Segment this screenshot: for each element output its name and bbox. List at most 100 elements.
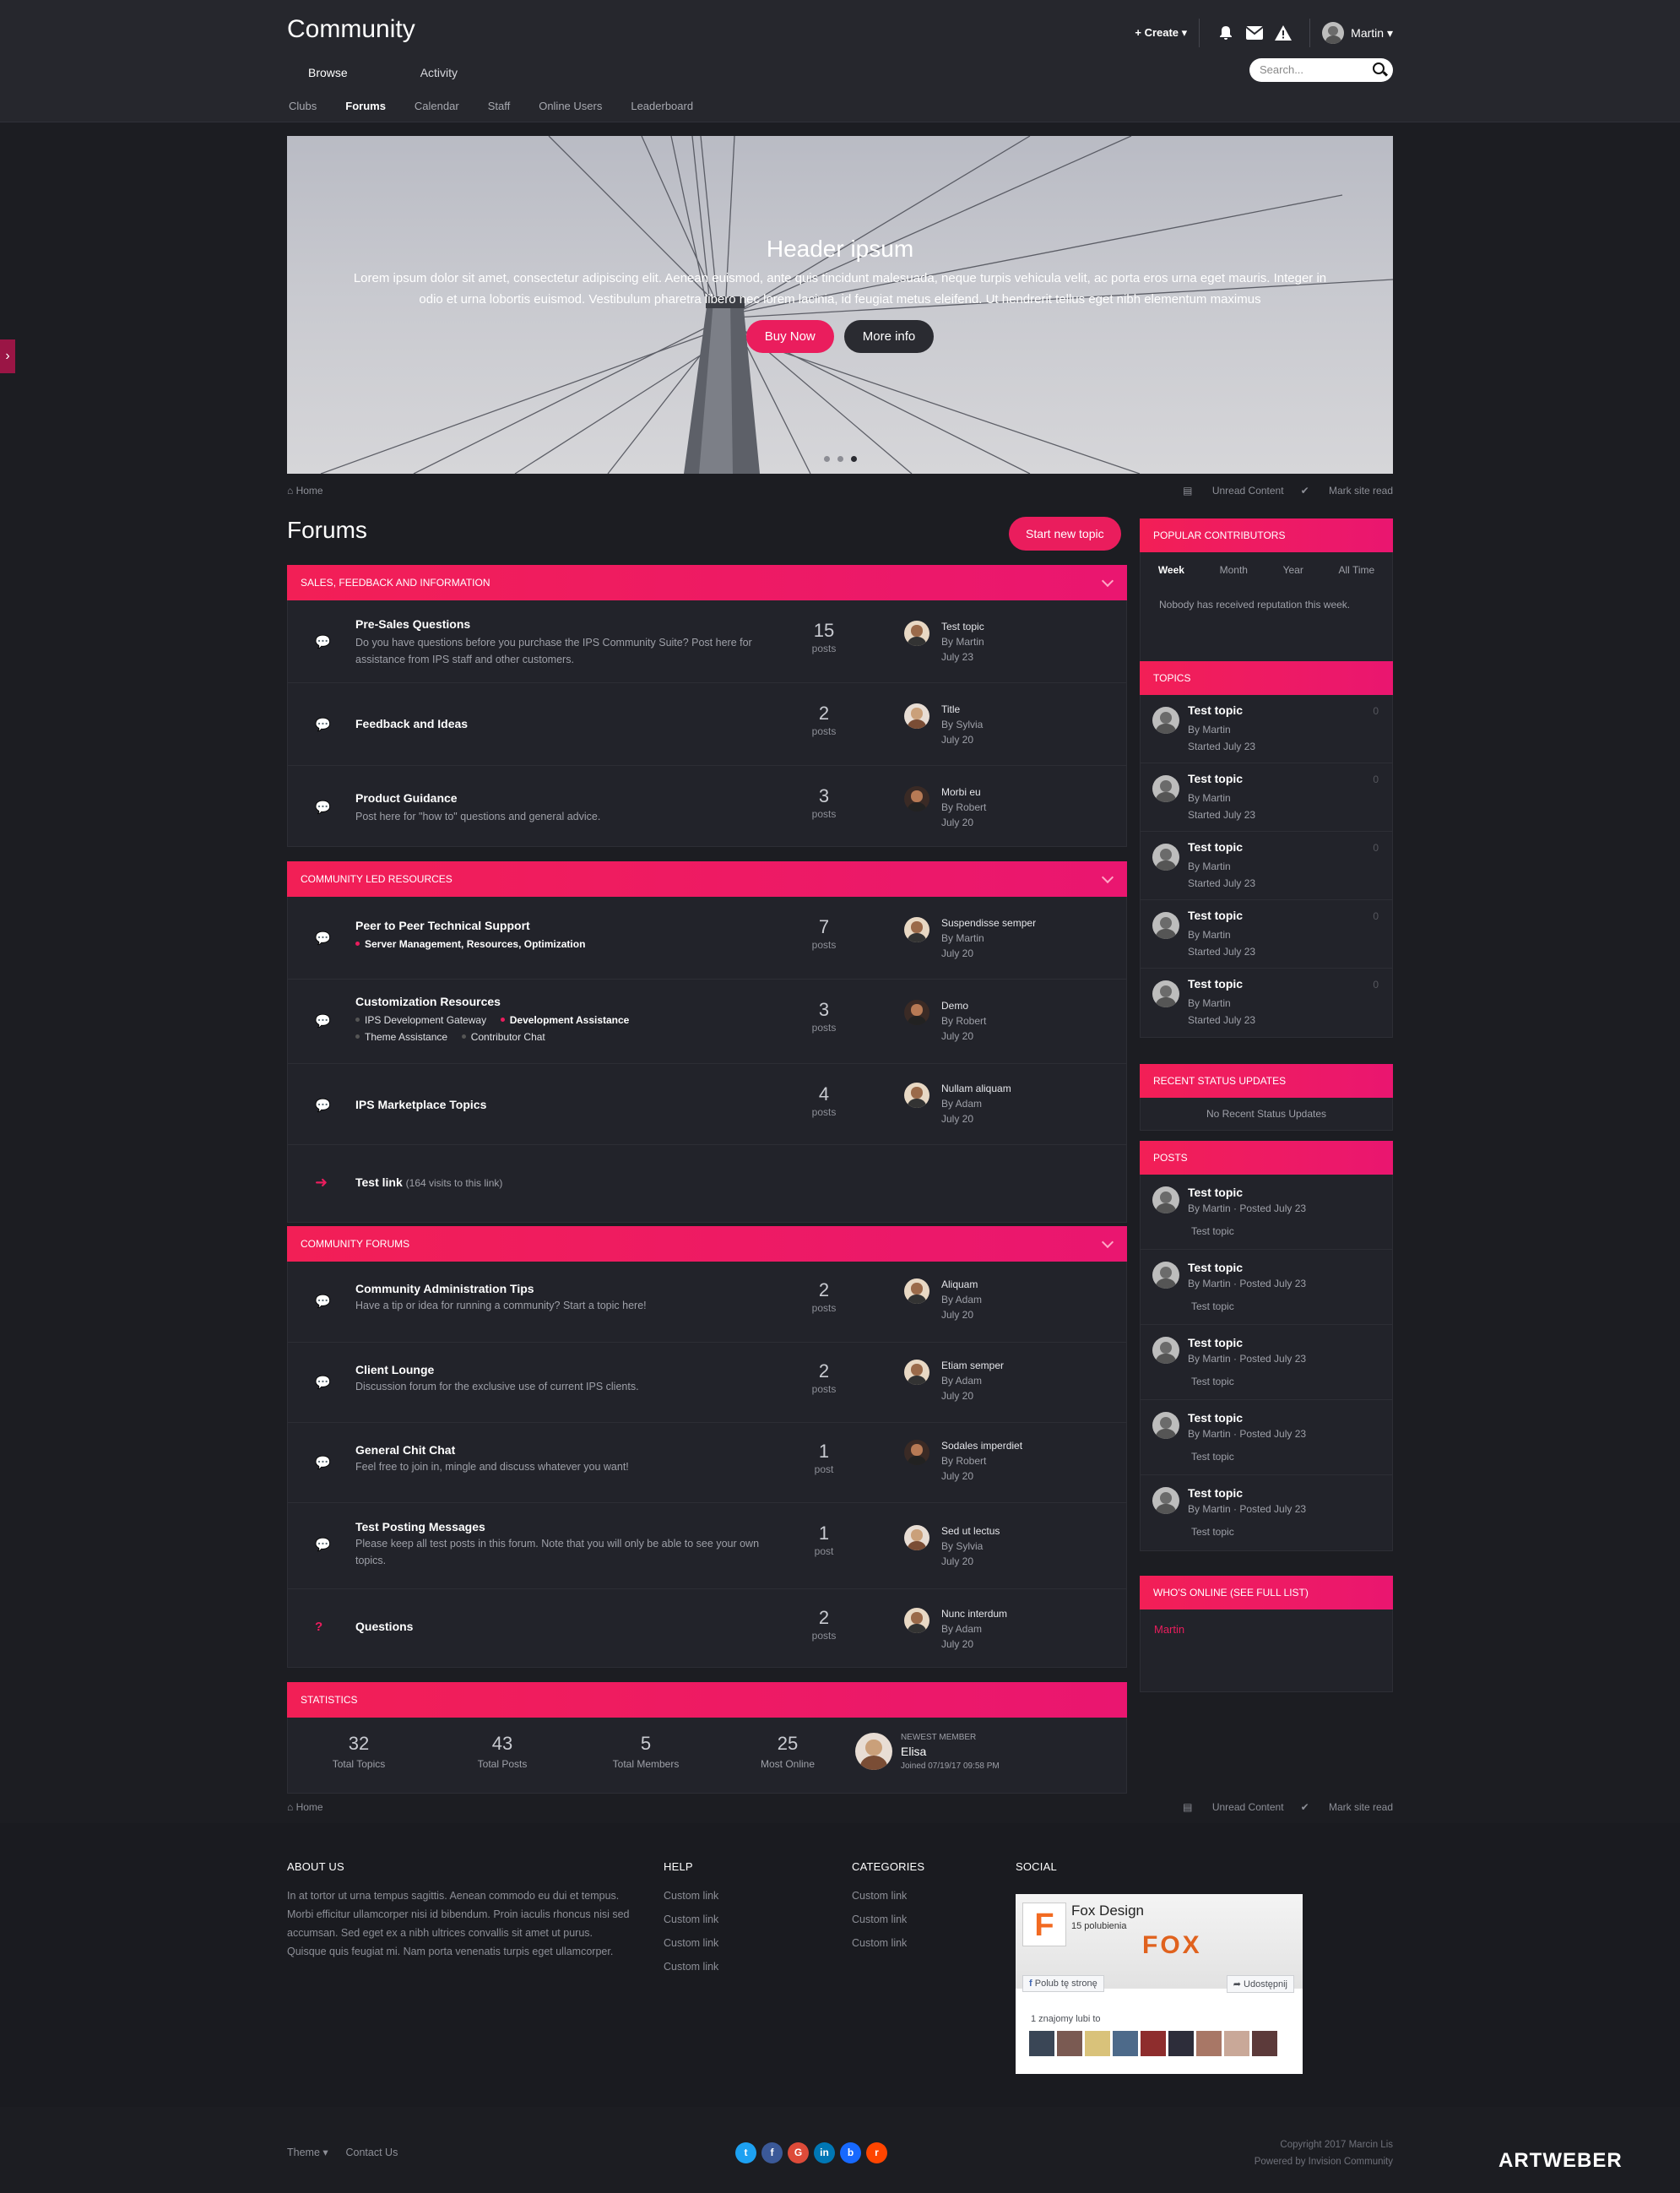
forum-title[interactable]: Customization Resources xyxy=(355,995,501,1008)
behance-icon[interactable]: b xyxy=(840,2142,861,2163)
last-post-title[interactable]: Nullam aliquam xyxy=(941,1083,1011,1094)
subnav-online-users[interactable]: Online Users xyxy=(539,100,602,112)
topic-author[interactable]: By Martin xyxy=(1188,997,1231,1009)
breadcrumb-home[interactable]: ⌂ Home xyxy=(287,485,323,497)
warning-icon[interactable] xyxy=(1274,24,1293,42)
breadcrumb-home[interactable]: ⌂ Home xyxy=(287,1801,323,1813)
user-menu[interactable]: Martin ▾ xyxy=(1351,26,1393,41)
friend-avatar[interactable] xyxy=(1196,2031,1222,2056)
envelope-icon[interactable] xyxy=(1245,24,1264,42)
category-header[interactable]: COMMUNITY LED RESOURCES xyxy=(287,861,1127,897)
nav-browse[interactable]: Browse xyxy=(287,62,369,83)
subforum-link[interactable]: Server Management, Resources, Optimizati… xyxy=(365,938,585,950)
avatar[interactable] xyxy=(904,1525,929,1550)
footer-link[interactable]: Custom link xyxy=(852,1913,924,1925)
fb-page-name[interactable]: Fox Design xyxy=(1071,1903,1144,1919)
forum-link-title[interactable]: Test link (164 visits to this link) xyxy=(355,1175,502,1189)
avatar[interactable] xyxy=(1152,912,1179,939)
last-post-author[interactable]: By Robert xyxy=(941,1455,986,1467)
topic-author[interactable]: By Martin xyxy=(1188,724,1231,736)
mark-read-link[interactable]: ✔ Mark site read xyxy=(1301,485,1393,497)
post-item[interactable]: Test topic By Martin · Posted July 23 Test… xyxy=(1141,1250,1392,1325)
forum-title[interactable]: Questions xyxy=(355,1620,413,1633)
avatar[interactable] xyxy=(1152,775,1179,802)
avatar[interactable] xyxy=(904,1083,929,1108)
forum-row[interactable]: 💬 IPS Marketplace Topics 4 posts Nullam a… xyxy=(287,1064,1127,1145)
avatar[interactable] xyxy=(904,1360,929,1385)
footer-link[interactable]: Custom link xyxy=(852,1937,924,1949)
forum-row[interactable]: 💬 Feedback and Ideas 2 posts Title By Sylv… xyxy=(287,683,1127,766)
friend-avatar[interactable] xyxy=(1168,2031,1194,2056)
newest-member-avatar[interactable] xyxy=(855,1733,892,1770)
last-post-author[interactable]: By Adam xyxy=(941,1294,982,1305)
subnav-clubs[interactable]: Clubs xyxy=(289,100,317,112)
footer-link[interactable]: Custom link xyxy=(664,1937,718,1949)
theme-selector[interactable]: Theme ▾ xyxy=(287,2147,328,2158)
online-user-link[interactable]: Martin xyxy=(1154,1623,1184,1636)
chevron-down-icon[interactable] xyxy=(1101,1235,1114,1249)
topic-title[interactable]: Test topic xyxy=(1188,909,1243,922)
avatar[interactable] xyxy=(1152,1487,1179,1514)
topic-title[interactable]: Test topic xyxy=(1188,703,1243,717)
forum-title[interactable]: Pre-Sales Questions xyxy=(355,617,470,631)
forum-title[interactable]: Community Administration Tips xyxy=(355,1282,534,1295)
more-info-button[interactable]: More info xyxy=(843,320,935,353)
footer-link[interactable]: Custom link xyxy=(664,1961,718,1973)
post-title[interactable]: Test topic xyxy=(1188,1336,1243,1349)
linkedin-icon[interactable]: in xyxy=(814,2142,835,2163)
last-post-author[interactable]: By Sylvia xyxy=(941,1540,983,1552)
post-title[interactable]: Test topic xyxy=(1188,1486,1243,1500)
last-post-title[interactable]: Nunc interdum xyxy=(941,1608,1007,1620)
avatar[interactable] xyxy=(1152,707,1179,734)
reddit-icon[interactable]: r xyxy=(866,2142,887,2163)
powered-by-link[interactable]: Powered by Invision Community xyxy=(1255,2157,1393,2167)
newest-member-name[interactable]: Elisa xyxy=(901,1745,926,1758)
last-post-title[interactable]: Title xyxy=(941,703,960,715)
subforum-link[interactable]: Contributor Chat xyxy=(471,1031,545,1043)
avatar[interactable] xyxy=(904,1440,929,1465)
last-post-title[interactable]: Aliquam xyxy=(941,1278,978,1290)
avatar[interactable] xyxy=(904,621,929,646)
last-post-title[interactable]: Demo xyxy=(941,1000,968,1012)
last-post-title[interactable]: Sodales imperdiet xyxy=(941,1440,1022,1452)
post-item[interactable]: Test topic By Martin · Posted July 23 Test… xyxy=(1141,1175,1392,1250)
bell-icon[interactable] xyxy=(1217,24,1235,42)
avatar[interactable] xyxy=(904,1000,929,1025)
category-header[interactable]: COMMUNITY FORUMS xyxy=(287,1226,1127,1262)
site-title[interactable]: Community xyxy=(287,15,415,44)
topic-item[interactable]: Test topic By Martin Started July 23 0 xyxy=(1141,969,1392,1037)
forum-row[interactable]: 💬 Client Lounge Discussion forum for the… xyxy=(287,1343,1127,1423)
facebook-icon[interactable]: f xyxy=(761,2142,783,2163)
subforum-link[interactable]: Development Assistance xyxy=(510,1014,630,1026)
forum-row[interactable]: 💬 Pre-Sales Questions Do you have questi… xyxy=(287,600,1127,683)
chevron-down-icon[interactable] xyxy=(1101,871,1114,884)
last-post-author[interactable]: By Martin xyxy=(941,636,984,648)
last-post-author[interactable]: By Sylvia xyxy=(941,719,983,730)
start-new-topic-button[interactable]: Start new topic xyxy=(1009,517,1121,551)
unread-content-link[interactable]: ▤ Unread Content xyxy=(1183,485,1283,497)
search-input[interactable]: Search... xyxy=(1249,58,1393,82)
forum-title[interactable]: IPS Marketplace Topics xyxy=(355,1098,486,1111)
create-button[interactable]: + Create ▾ xyxy=(1135,26,1187,40)
avatar[interactable] xyxy=(904,703,929,729)
last-post-author[interactable]: By Martin xyxy=(941,932,984,944)
slider-dot[interactable] xyxy=(837,456,843,462)
avatar[interactable] xyxy=(904,786,929,812)
subnav-leaderboard[interactable]: Leaderboard xyxy=(631,100,693,112)
forum-row[interactable]: 💬 Customization Resources IPS Developmen… xyxy=(287,980,1127,1064)
friend-avatar[interactable] xyxy=(1141,2031,1166,2056)
subforum-link[interactable]: Theme Assistance xyxy=(365,1031,447,1043)
post-item[interactable]: Test topic By Martin · Posted July 23 Test… xyxy=(1141,1325,1392,1400)
footer-link[interactable]: Custom link xyxy=(664,1890,718,1902)
topic-item[interactable]: Test topic By Martin Started July 23 0 xyxy=(1141,695,1392,763)
avatar[interactable] xyxy=(1152,1186,1179,1213)
fb-like-button[interactable]: f Polub tę stronę xyxy=(1022,1975,1104,1992)
fb-share-button[interactable]: ➦ Udostępnij xyxy=(1226,1975,1294,1993)
last-post-author[interactable]: By Robert xyxy=(941,1015,986,1027)
nav-activity[interactable]: Activity xyxy=(399,62,479,83)
avatar[interactable] xyxy=(1152,1262,1179,1289)
forum-title[interactable]: Feedback and Ideas xyxy=(355,717,468,730)
forum-title[interactable]: Product Guidance xyxy=(355,791,458,805)
post-title[interactable]: Test topic xyxy=(1188,1411,1243,1425)
subnav-staff[interactable]: Staff xyxy=(488,100,511,112)
